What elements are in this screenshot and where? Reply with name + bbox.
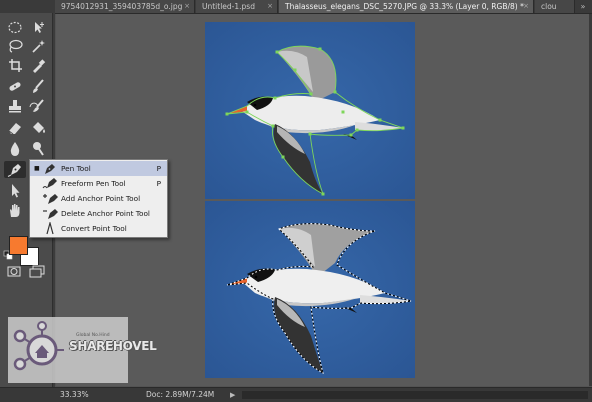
clone-stamp-tool-icon[interactable] [4, 98, 26, 115]
menu-item-add-anchor-point-tool[interactable]: Add Anchor Point Tool [30, 191, 167, 206]
menu-item-pen-tool[interactable]: ■ Pen Tool P [30, 161, 167, 176]
move-tool-icon[interactable] [27, 19, 49, 36]
paint-bucket-tool-icon[interactable] [27, 119, 49, 136]
convert-point-icon [46, 222, 54, 235]
status-bar: 33.33% Doc: 2.89M/7.24M ▶ [0, 387, 592, 402]
zoom-level[interactable]: 33.33% [60, 388, 89, 402]
watermark-subtext: Global No.Hind [76, 333, 110, 338]
menu-item-convert-point-tool[interactable]: Convert Point Tool [30, 221, 167, 236]
tab-label: Untitled-1.psd [202, 2, 255, 11]
brush-tool-icon[interactable] [27, 78, 49, 95]
lasso-tool-icon[interactable] [4, 38, 26, 55]
menu-item-label: Add Anchor Point Tool [61, 194, 141, 203]
active-tool-marker: ■ [34, 165, 40, 172]
menu-item-label: Convert Point Tool [61, 224, 127, 233]
foreground-color-swatch[interactable] [9, 236, 28, 255]
document-size: Doc: 2.89M/7.24M [146, 390, 215, 399]
path-selection-tool-icon[interactable] [4, 182, 26, 199]
crop-tool-icon[interactable] [4, 57, 26, 74]
status-menu-arrow-icon[interactable]: ▶ [230, 388, 235, 402]
tab-untitled-1-psd[interactable]: Untitled-1.psd × [196, 0, 278, 13]
add-anchor-point-icon [43, 194, 58, 204]
menu-item-freeform-pen-tool[interactable]: Freeform Pen Tool P [30, 176, 167, 191]
freeform-pen-icon [42, 178, 57, 189]
menu-item-label: Freeform Pen Tool [61, 179, 126, 188]
history-brush-tool-icon[interactable] [27, 98, 49, 115]
quick-mask-icon[interactable] [4, 263, 26, 280]
pen-icon [45, 164, 55, 174]
blur-tool-icon[interactable] [4, 140, 26, 157]
tab-clou[interactable]: clou [535, 0, 575, 13]
magic-wand-tool-icon[interactable] [27, 38, 49, 55]
sharehovel-watermark: Global No.Hind SHAREHOVEL [8, 317, 157, 383]
document-tab-bar: 9754012931_359403785d_o.jpg × Untitled-1… [0, 0, 592, 14]
watermark-text: SHAREHOVEL [69, 339, 157, 353]
tab-close-icon[interactable]: × [523, 0, 529, 13]
photo-pen-path[interactable] [205, 22, 415, 199]
pen-tool-icon[interactable] [4, 161, 26, 178]
dodge-tool-icon[interactable] [27, 140, 49, 157]
photoshop-window: 9754012931_359403785d_o.jpg × Untitled-1… [0, 0, 592, 402]
delete-anchor-point-icon [43, 209, 58, 219]
hand-tool-icon[interactable] [4, 202, 26, 219]
tab-thalasseus-elegans[interactable]: Thalasseus_elegans_DSC_5270.JPG @ 33.3% … [279, 0, 534, 13]
screen-mode-icon[interactable] [27, 263, 49, 280]
tab-close-icon[interactable]: × [267, 0, 273, 13]
photo-selection[interactable] [205, 201, 415, 378]
tab-label: Thalasseus_elegans_DSC_5270.JPG @ 33.3% … [285, 2, 524, 11]
eraser-tool-icon[interactable] [4, 119, 26, 136]
tab-9754012931-jpg[interactable]: 9754012931_359403785d_o.jpg × [55, 0, 195, 13]
eyedropper-tool-icon[interactable] [27, 57, 49, 74]
menu-item-shortcut: P [156, 164, 161, 173]
menu-item-label: Pen Tool [61, 164, 91, 173]
tab-close-icon[interactable]: × [184, 0, 190, 13]
menu-item-shortcut: P [156, 179, 161, 188]
sharehovel-logo-icon [13, 321, 64, 371]
tab-overflow-icon[interactable]: » [577, 1, 589, 12]
spot-healing-tool-icon[interactable] [4, 78, 26, 95]
ellipse-marquee-tool-icon[interactable] [4, 19, 26, 36]
menu-item-label: Delete Anchor Point Tool [61, 209, 150, 218]
menu-item-delete-anchor-point-tool[interactable]: Delete Anchor Point Tool [30, 206, 167, 221]
pen-tool-flyout-menu: ■ Pen Tool P Freeform Pen Tool P Add Anc… [29, 159, 168, 238]
tab-label: 9754012931_359403785d_o.jpg [61, 2, 183, 11]
tab-label: clou [541, 2, 557, 11]
horizontal-scrollbar[interactable] [242, 391, 588, 399]
